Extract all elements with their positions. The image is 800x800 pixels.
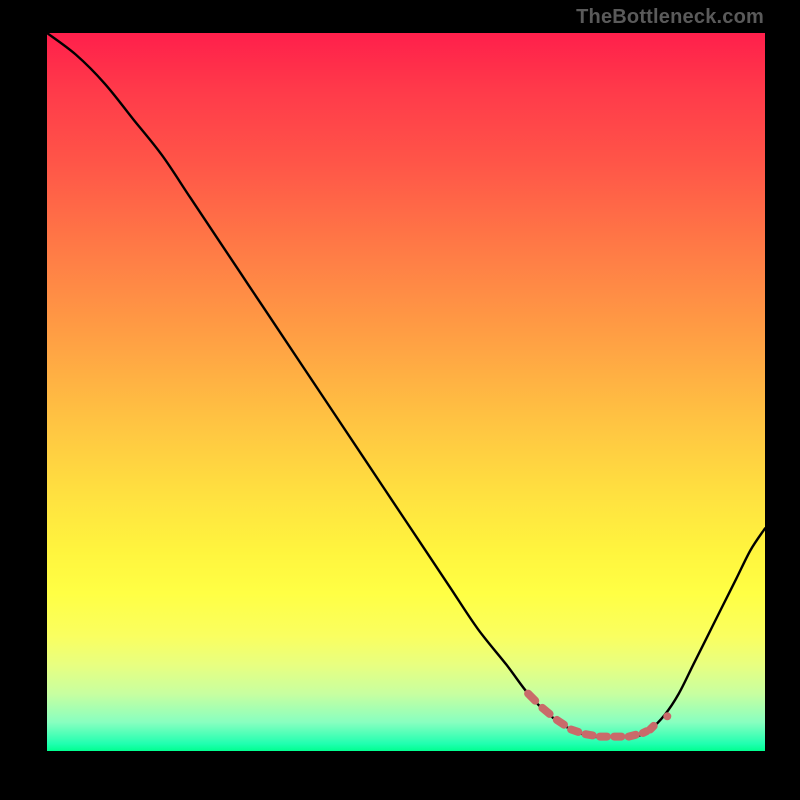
plot-area: [47, 33, 765, 751]
trough-highlight: [528, 694, 671, 737]
chart-container: TheBottleneck.com: [0, 0, 800, 800]
curve-svg: [47, 33, 765, 751]
watermark-text: TheBottleneck.com: [576, 6, 764, 29]
bottleneck-curve: [47, 33, 765, 737]
